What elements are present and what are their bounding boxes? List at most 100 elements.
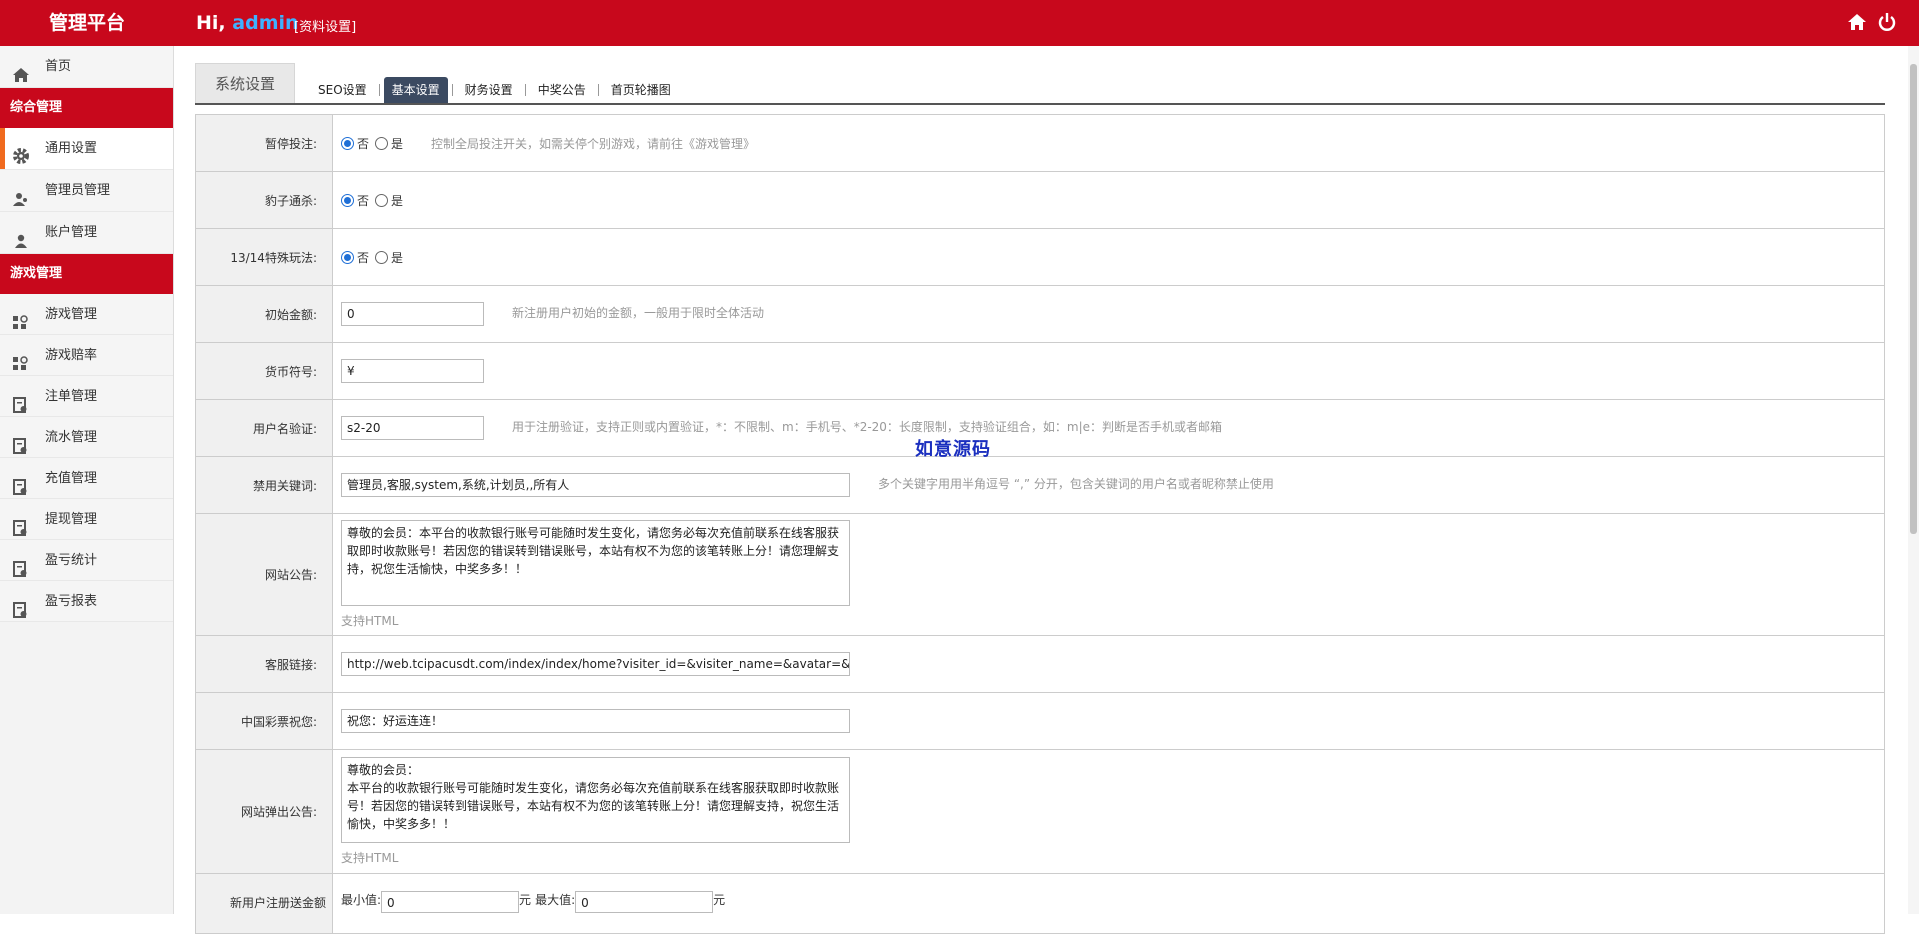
service-field-wrap: http://web.tcipacusdt.com/index/index/ho…: [333, 636, 1884, 692]
radio-label: 是: [391, 136, 404, 151]
brand-title: 管理平台: [48, 12, 125, 34]
radio-label: 是: [391, 250, 404, 265]
tab-seo[interactable]: SEO设置: [310, 77, 375, 103]
users-icon: [12, 183, 30, 206]
row-lottery-wish: 中国彩票祝您: 祝您：好运连连！: [196, 693, 1884, 750]
sidebar-item-withdrawal[interactable]: 提现管理: [0, 499, 173, 540]
sidebar-group-general[interactable]: 综合管理: [0, 88, 173, 128]
sidebar-item-cash-flow[interactable]: 流水管理: [0, 417, 173, 458]
sidebar-item-label: 账户管理: [45, 225, 98, 240]
banned-keywords-input[interactable]: 管理员,客服,system,系统,计划员,,所有人: [341, 473, 850, 497]
currency-input[interactable]: ¥: [341, 359, 484, 383]
sidebar-item-home[interactable]: 首页: [0, 46, 173, 88]
pause-no-radio[interactable]: 否: [341, 135, 369, 152]
username-field-wrap: s2-20 用于注册验证，支持正则或内置验证，*：不限制、m：手机号、*2-20…: [333, 400, 1884, 456]
radio-dot[interactable]: [375, 193, 389, 207]
ledger-icon: [12, 430, 30, 454]
sidebar-item-label: 充值管理: [45, 471, 98, 486]
username-link[interactable]: admin: [232, 12, 298, 34]
row-pause-betting: 暂停投注: 否 是 控制全局投注开关，如需关停个别游戏，请前往《游戏管理》: [196, 115, 1884, 172]
sidebar-item-label: 游戏管理: [45, 307, 98, 322]
username-rule-input[interactable]: s2-20: [341, 416, 484, 440]
tab-winning-notice[interactable]: 中奖公告: [530, 77, 594, 103]
sidebar-item-profit-stats[interactable]: 盈亏统计: [0, 540, 173, 581]
row-site-notice: 网站公告: 尊敬的会员：本平台的收款银行账号可能随时发生变化，请您务必每次充值前…: [196, 514, 1884, 636]
banned-hint: 多个关键字用用半角逗号 “,” 分开，包含关键词的用户名或者昵称禁止使用: [878, 476, 1274, 491]
special-yes-radio[interactable]: 是: [375, 249, 403, 266]
sidebar-group-games[interactable]: 游戏管理: [0, 254, 173, 294]
service-link-input[interactable]: http://web.tcipacusdt.com/index/index/ho…: [341, 652, 850, 676]
divider: [451, 84, 453, 96]
special-options: 否 是: [333, 229, 1884, 285]
sidebar-item-label: 提现管理: [45, 512, 98, 527]
page-scrollbar[interactable]: [1908, 46, 1919, 914]
initial-label: 初始金额:: [196, 286, 333, 342]
bonus-min-input[interactable]: 0: [381, 891, 520, 913]
sidebar-item-profit-report[interactable]: 盈亏报表: [0, 581, 173, 622]
banned-label: 禁用关键词:: [196, 457, 333, 513]
radio-dot[interactable]: [375, 250, 389, 264]
ledger-icon: [12, 512, 30, 536]
pause-options: 否 是 控制全局投注开关，如需关停个别游戏，请前往《游戏管理》: [333, 115, 1884, 171]
tab-finance[interactable]: 财务设置: [457, 77, 521, 103]
ledger-icon: [12, 389, 30, 413]
popup-notice-textarea[interactable]: 尊敬的会员： 本平台的收款银行账号可能随时发生变化，请您务必每次充值前联系在线客…: [341, 757, 850, 843]
apps-icon: [12, 307, 30, 329]
sidebar-item-account-management[interactable]: 账户管理: [0, 212, 173, 254]
divider: [524, 84, 526, 96]
currency-label: 货币符号:: [196, 343, 333, 399]
sidebar-item-deposit[interactable]: 充值管理: [0, 458, 173, 499]
gear-icon: [12, 141, 30, 164]
bonus-max-input[interactable]: 0: [575, 891, 714, 913]
sidebar-item-label: 盈亏统计: [45, 553, 98, 568]
username-label: 用户名验证:: [196, 400, 333, 456]
notice-label: 网站公告:: [196, 514, 333, 635]
home-icon[interactable]: [1847, 12, 1867, 32]
max-label: 最大值:: [535, 893, 576, 907]
sidebar-item-label: 注单管理: [45, 389, 98, 404]
ledger-icon: [12, 594, 30, 618]
tab-bar: 系统设置 SEO设置 基本设置 财务设置 中奖公告 首页轮播图: [195, 63, 1885, 105]
initial-hint: 新注册用户初始的金额，一般用于限时全体活动: [512, 305, 765, 320]
greeting: Hi, admin: [196, 12, 299, 34]
radio-dot[interactable]: [341, 250, 354, 264]
settings-form: 暂停投注: 否 是 控制全局投注开关，如需关停个别游戏，请前往《游戏管理》 豹子…: [195, 114, 1885, 934]
radio-dot[interactable]: [341, 193, 354, 207]
radio-dot[interactable]: [375, 136, 389, 150]
min-label: 最小值:: [341, 893, 382, 907]
sidebar-item-admin-management[interactable]: 管理员管理: [0, 170, 173, 212]
leopard-no-radio[interactable]: 否: [341, 192, 369, 209]
service-label: 客服链接:: [196, 636, 333, 692]
pause-yes-radio[interactable]: 是: [375, 135, 403, 152]
divider: [597, 84, 599, 96]
row-popup-notice: 网站弹出公告: 尊敬的会员： 本平台的收款银行账号可能随时发生变化，请您务必每次…: [196, 750, 1884, 874]
row-banned-keywords: 禁用关键词: 管理员,客服,system,系统,计划员,,所有人 多个关键字用用…: [196, 457, 1884, 514]
bonus-field-wrap: 最小值: 0 元 最大值: 0 元: [333, 874, 1884, 933]
tab-system-settings[interactable]: 系统设置: [195, 63, 295, 103]
tab-basic[interactable]: 基本设置: [383, 77, 448, 103]
profile-settings-link[interactable]: [资料设置]: [294, 16, 356, 35]
unit-label: 元: [713, 893, 726, 907]
tab-home-carousel[interactable]: 首页轮播图: [603, 77, 679, 103]
user-icon: [12, 225, 30, 248]
site-notice-textarea[interactable]: 尊敬的会员：本平台的收款银行账号可能随时发生变化，请您务必每次充值前联系在线客服…: [341, 520, 850, 606]
sidebar-item-bet-orders[interactable]: 注单管理: [0, 376, 173, 417]
watermark-text: 如意源码: [915, 439, 991, 460]
sidebar-item-general-settings[interactable]: 通用设置: [0, 128, 173, 170]
radio-dot[interactable]: [341, 136, 354, 150]
sidebar-item-game-odds[interactable]: 游戏赔率: [0, 335, 173, 376]
sidebar-item-label: 首页: [45, 59, 72, 74]
subtab-bar: SEO设置 基本设置 财务设置 中奖公告 首页轮播图: [310, 77, 679, 103]
lottery-wish-input[interactable]: 祝您：好运连连！: [341, 709, 850, 733]
main-content: 系统设置 SEO设置 基本设置 财务设置 中奖公告 首页轮播图 暂停投注: 否 …: [195, 63, 1885, 934]
sidebar-item-game-management[interactable]: 游戏管理: [0, 294, 173, 335]
scrollbar-thumb[interactable]: [1910, 64, 1917, 534]
row-initial-amount: 初始金额: 0 新注册用户初始的金额，一般用于限时全体活动: [196, 286, 1884, 343]
leopard-yes-radio[interactable]: 是: [375, 192, 403, 209]
pause-hint: 控制全局投注开关，如需关停个别游戏，请前往《游戏管理》: [431, 136, 756, 151]
bonus-label: 新用户注册送金额: [196, 874, 333, 933]
initial-amount-input[interactable]: 0: [341, 302, 484, 326]
special-no-radio[interactable]: 否: [341, 249, 369, 266]
unit-label: 元: [519, 893, 532, 907]
power-icon[interactable]: [1877, 12, 1897, 32]
